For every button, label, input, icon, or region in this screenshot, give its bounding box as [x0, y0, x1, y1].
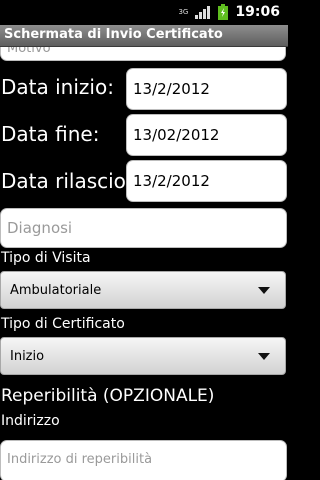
visit-type-label: Tipo di Visita [1, 250, 91, 266]
clock: 19:06 [235, 4, 280, 20]
reason-field-hint: Motivo [7, 47, 51, 56]
signal-strength-icon [195, 6, 211, 19]
form-scroll-area[interactable]: Motivo Data inizio: 13/2/2012 Data fine:… [0, 47, 288, 480]
end-date-value: 13/02/2012 [133, 126, 220, 144]
chevron-down-icon [258, 287, 270, 294]
status-bar: 3G 19:06 [0, 0, 288, 25]
battery-charging-icon [218, 4, 229, 20]
issue-date-value: 13/2/2012 [133, 172, 210, 190]
network-type-label: 3G [178, 7, 189, 16]
diagnosis-placeholder: Diagnosi [7, 219, 73, 237]
certificate-type-dropdown[interactable]: Inizio [0, 337, 286, 375]
issue-date-field[interactable]: 13/2/2012 [126, 160, 287, 202]
page-title: Schermata di Invio Certificato [4, 27, 223, 42]
address-label: Indirizzo [1, 413, 60, 429]
diagnosis-field[interactable]: Diagnosi [0, 208, 287, 248]
status-icons: 3G 19:06 [178, 4, 280, 20]
start-date-field[interactable]: 13/2/2012 [126, 68, 287, 110]
certificate-type-selected: Inizio [10, 348, 45, 364]
reason-field[interactable]: Motivo [0, 47, 286, 61]
start-date-value: 13/2/2012 [133, 80, 210, 98]
certificate-type-label: Tipo di Certificato [1, 316, 125, 332]
end-date-field[interactable]: 13/02/2012 [126, 114, 287, 156]
visit-type-selected: Ambulatoriale [10, 282, 102, 298]
title-bar: Schermata di Invio Certificato [0, 25, 288, 47]
address-field[interactable]: Indirizzo di reperibilità [0, 440, 287, 480]
visit-type-dropdown[interactable]: Ambulatoriale [0, 271, 286, 309]
address-placeholder: Indirizzo di reperibilità [7, 451, 153, 467]
chevron-down-icon [258, 353, 270, 360]
network-type-icon: 3G [178, 7, 189, 16]
availability-section-title: Reperibilità (OPZIONALE) [1, 386, 215, 406]
issue-date-label: Data rilascio: [1, 169, 133, 193]
end-date-label: Data fine: [1, 122, 100, 146]
start-date-label: Data inizio: [1, 75, 114, 99]
